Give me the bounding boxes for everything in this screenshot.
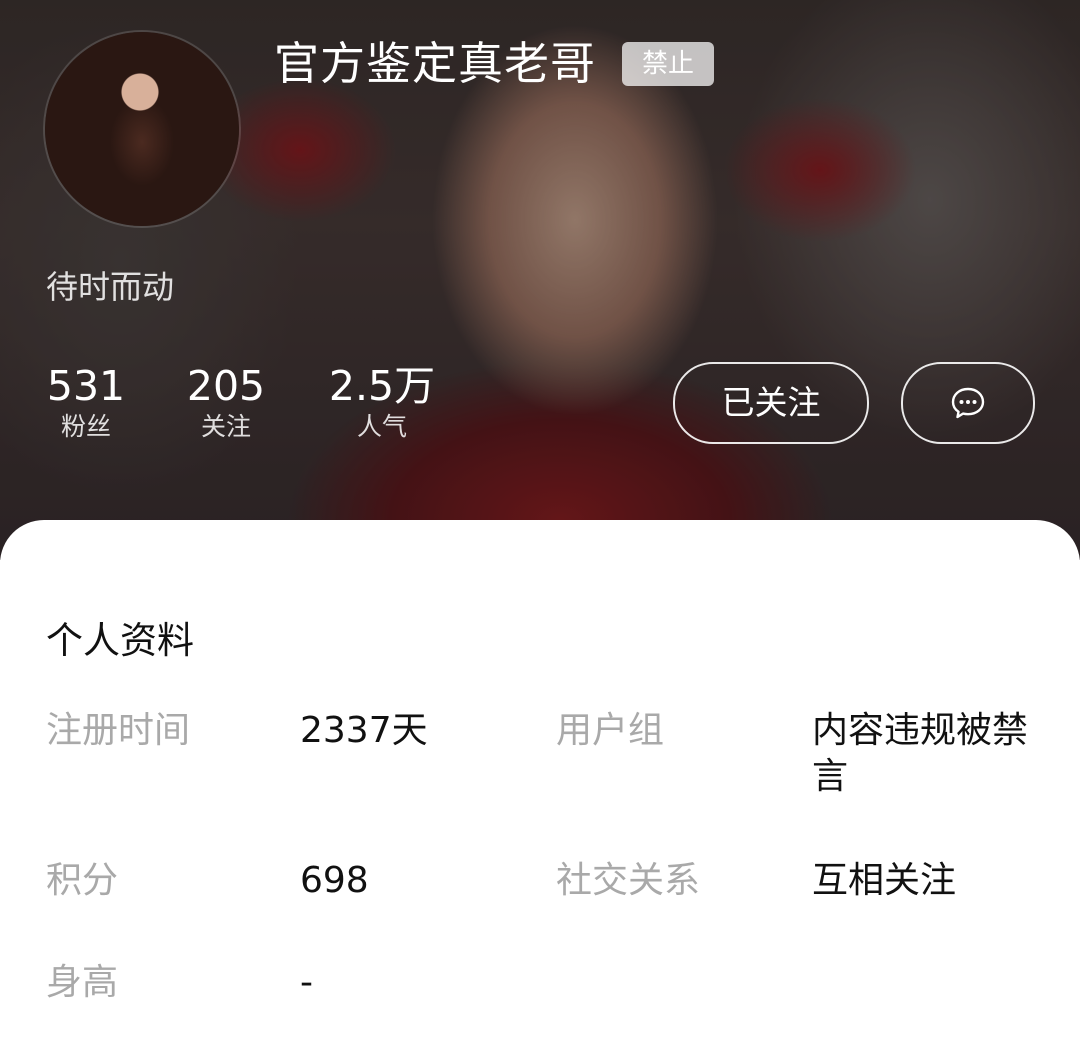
user-group-label: 用户组 bbox=[556, 710, 665, 751]
points-value: 698 bbox=[300, 860, 369, 901]
user-group-value: 内容违规被禁言 bbox=[812, 710, 1029, 797]
following-button[interactable]: 已关注 bbox=[673, 362, 869, 444]
stat-popularity[interactable]: 2.5万 人气 bbox=[326, 360, 438, 442]
registration-time-label: 注册时间 bbox=[46, 710, 191, 751]
username: 官方鉴定真老哥 bbox=[274, 37, 597, 90]
section-title: 个人资料 bbox=[46, 619, 194, 662]
stat-fans-label: 粉丝 bbox=[60, 412, 111, 441]
avatar[interactable] bbox=[45, 32, 239, 226]
stat-following-label: 关注 bbox=[200, 412, 251, 441]
status-badge: 禁止 bbox=[622, 42, 714, 86]
social-relation-value: 互相关注 bbox=[812, 860, 957, 901]
stat-following[interactable]: 205 关注 bbox=[186, 360, 266, 442]
stat-popularity-label: 人气 bbox=[356, 412, 407, 441]
height-value: - bbox=[300, 962, 313, 1003]
chat-bubble-icon bbox=[951, 387, 985, 419]
message-button[interactable] bbox=[901, 362, 1035, 444]
height-label: 身高 bbox=[46, 962, 119, 1003]
profile-info-card: 个人资料 注册时间 2337天 用户组 内容违规被禁言 积分 698 社交关系 … bbox=[0, 520, 1080, 1042]
stat-fans[interactable]: 531 粉丝 bbox=[46, 360, 126, 442]
stat-fans-value: 531 bbox=[46, 362, 126, 410]
stat-following-value: 205 bbox=[186, 362, 266, 410]
registration-time-value: 2337天 bbox=[300, 710, 428, 751]
points-label: 积分 bbox=[46, 860, 119, 901]
signature: 待时而动 bbox=[46, 268, 175, 306]
social-relation-label: 社交关系 bbox=[556, 860, 701, 901]
stat-popularity-value: 2.5万 bbox=[328, 362, 436, 410]
